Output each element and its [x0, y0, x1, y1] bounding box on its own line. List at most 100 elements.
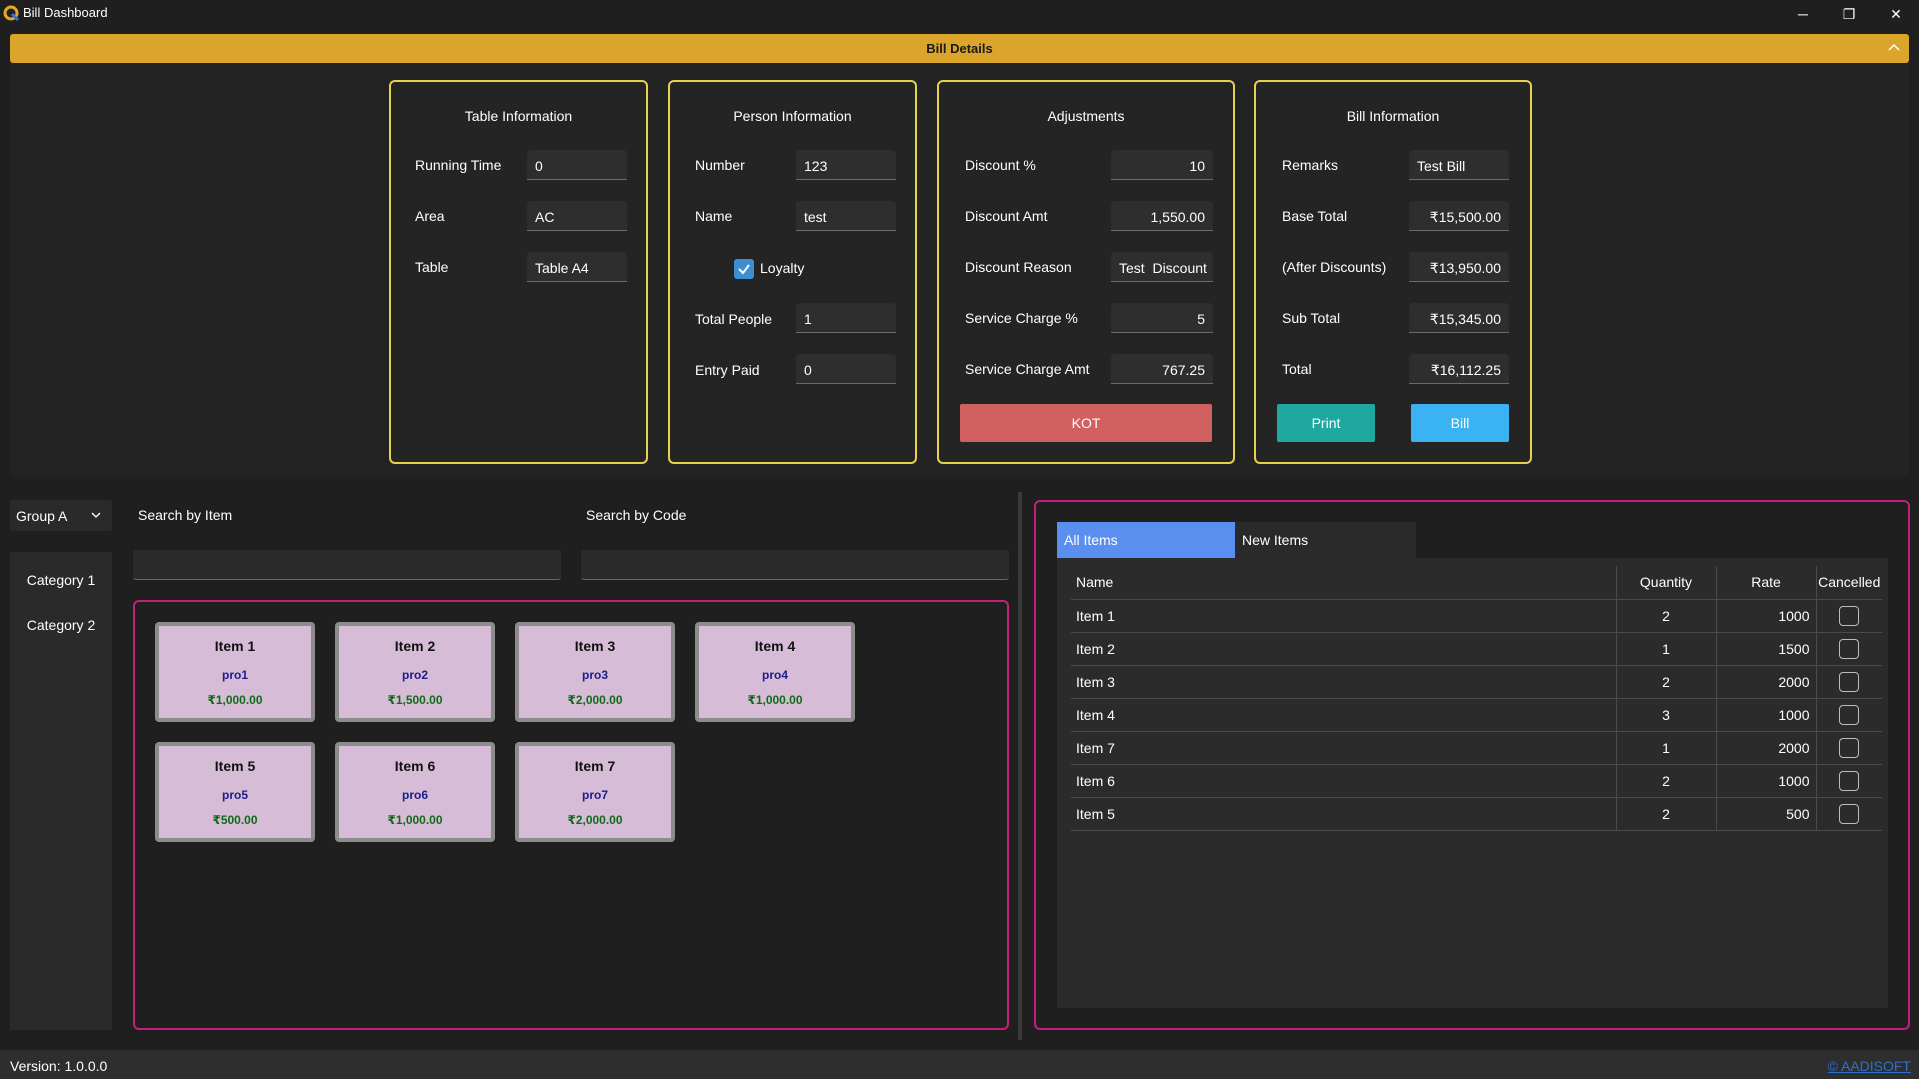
- item-card[interactable]: Item 7 pro7 ₹2,000.00: [515, 742, 675, 842]
- print-button[interactable]: Print: [1277, 404, 1375, 442]
- area-field[interactable]: AC: [527, 201, 627, 231]
- search-by-code-input[interactable]: [581, 550, 1009, 580]
- table-row[interactable]: Item 3 2 2000: [1071, 665, 1882, 699]
- order-items-table: Name Quantity Rate Cancelled Item 1 2 10…: [1071, 566, 1882, 831]
- cell-rate: 500: [1716, 797, 1817, 831]
- cell-cancelled: [1816, 665, 1882, 699]
- sub-total-label: Sub Total: [1282, 310, 1341, 326]
- discount-amt-label: Discount Amt: [965, 208, 1048, 224]
- cell-cancelled: [1816, 599, 1882, 633]
- discount-pct-field[interactable]: 10: [1111, 150, 1213, 180]
- chevron-up-icon[interactable]: [1885, 39, 1903, 57]
- category-item-2[interactable]: Category 2: [10, 617, 112, 633]
- sub-total-field[interactable]: ₹15,345.00: [1409, 303, 1509, 333]
- column-header-rate[interactable]: Rate: [1716, 566, 1817, 600]
- service-charge-amt-label: Service Charge Amt: [965, 361, 1090, 377]
- total-field[interactable]: ₹16,112.25: [1409, 354, 1509, 384]
- cancelled-checkbox[interactable]: [1839, 737, 1860, 758]
- remarks-field[interactable]: Test Bill: [1409, 150, 1509, 180]
- item-card[interactable]: Item 1 pro1 ₹1,000.00: [155, 622, 315, 722]
- cell-quantity: 2: [1616, 764, 1717, 798]
- table-field[interactable]: Table A4: [527, 252, 627, 282]
- running-time-label: Running Time: [415, 157, 502, 173]
- cancelled-checkbox[interactable]: [1839, 638, 1860, 659]
- restore-button[interactable]: ❐: [1826, 0, 1872, 28]
- panel-splitter[interactable]: [1018, 492, 1022, 1040]
- discount-reason-label: Discount Reason: [965, 259, 1072, 275]
- cancelled-checkbox[interactable]: [1839, 803, 1860, 824]
- bill-information-panel: Bill Information Remarks Test Bill Base …: [1254, 80, 1532, 464]
- tab-all-items[interactable]: All Items: [1057, 522, 1235, 558]
- item-code: pro2: [401, 668, 428, 682]
- item-price: ₹500.00: [212, 813, 258, 827]
- name-field[interactable]: test: [796, 201, 896, 231]
- minimize-button[interactable]: ─: [1780, 0, 1826, 28]
- base-total-field[interactable]: ₹15,500.00: [1409, 201, 1509, 231]
- search-by-item-input[interactable]: [133, 550, 561, 580]
- service-charge-amt-field[interactable]: 767.25: [1111, 354, 1213, 384]
- item-card[interactable]: Item 3 pro3 ₹2,000.00: [515, 622, 675, 722]
- entry-paid-label: Entry Paid: [695, 362, 760, 378]
- item-card[interactable]: Item 6 pro6 ₹1,000.00: [335, 742, 495, 842]
- cancelled-checkbox[interactable]: [1839, 605, 1860, 626]
- table-row[interactable]: Item 7 1 2000: [1071, 731, 1882, 765]
- item-price: ₹2,000.00: [567, 813, 623, 827]
- cancelled-checkbox[interactable]: [1839, 770, 1860, 791]
- column-header-cancelled[interactable]: Cancelled: [1816, 566, 1882, 600]
- column-header-quantity[interactable]: Quantity: [1616, 566, 1717, 600]
- cancelled-checkbox[interactable]: [1839, 704, 1860, 725]
- service-charge-pct-label: Service Charge %: [965, 310, 1078, 326]
- kot-button[interactable]: KOT: [960, 404, 1212, 442]
- running-time-field[interactable]: 0: [527, 150, 627, 180]
- discount-reason-field[interactable]: Test Discount: [1111, 252, 1213, 282]
- window-titlebar: Bill Dashboard ─ ❐ ✕: [0, 0, 1919, 28]
- item-price: ₹2,000.00: [567, 693, 623, 707]
- bill-information-title: Bill Information: [1346, 108, 1440, 124]
- after-discounts-label: (After Discounts): [1282, 259, 1387, 275]
- group-select[interactable]: Group A: [10, 500, 112, 531]
- item-price: ₹1,000.00: [207, 693, 263, 707]
- item-card[interactable]: Item 2 pro2 ₹1,500.00: [335, 622, 495, 722]
- entry-paid-field[interactable]: 0: [796, 354, 896, 384]
- cell-name: Item 1: [1071, 599, 1617, 633]
- number-field[interactable]: 123: [796, 150, 896, 180]
- loyalty-checkbox[interactable]: [734, 259, 754, 279]
- items-tab-bar: All Items New Items: [1057, 522, 1416, 558]
- person-information-title: Person Information: [733, 108, 852, 124]
- table-row[interactable]: Item 4 3 1000: [1071, 698, 1882, 732]
- item-code: pro5: [221, 788, 248, 802]
- table-row[interactable]: Item 5 2 500: [1071, 797, 1882, 831]
- cell-quantity: 3: [1616, 698, 1717, 732]
- service-charge-pct-field[interactable]: 5: [1111, 303, 1213, 333]
- cell-rate: 1500: [1716, 632, 1817, 666]
- app-logo-icon: [3, 5, 19, 21]
- table-information-title: Table Information: [464, 108, 573, 124]
- bill-button[interactable]: Bill: [1411, 404, 1509, 442]
- category-item-1[interactable]: Category 1: [10, 572, 112, 588]
- version-label: Version: 1.0.0.0: [10, 1058, 108, 1074]
- close-button[interactable]: ✕: [1873, 0, 1919, 28]
- cell-quantity: 2: [1616, 797, 1717, 831]
- after-discounts-field[interactable]: ₹13,950.00: [1409, 252, 1509, 282]
- discount-amt-field[interactable]: 1,550.00: [1111, 201, 1213, 231]
- table-row[interactable]: Item 2 1 1500: [1071, 632, 1882, 666]
- cell-cancelled: [1816, 764, 1882, 798]
- total-people-field[interactable]: 1: [796, 303, 896, 333]
- item-name: Item 6: [394, 758, 436, 774]
- cell-rate: 1000: [1716, 599, 1817, 633]
- cell-cancelled: [1816, 698, 1882, 732]
- cancelled-checkbox[interactable]: [1839, 671, 1860, 692]
- table-row[interactable]: Item 6 2 1000: [1071, 764, 1882, 798]
- tab-new-items[interactable]: New Items: [1235, 522, 1416, 558]
- table-label: Table: [415, 259, 449, 275]
- table-row[interactable]: Item 1 2 1000: [1071, 599, 1882, 633]
- bill-details-header[interactable]: Bill Details: [10, 34, 1909, 63]
- item-card[interactable]: Item 5 pro5 ₹500.00: [155, 742, 315, 842]
- column-header-name[interactable]: Name: [1071, 566, 1617, 600]
- name-label: Name: [695, 208, 733, 224]
- table-header-row: Name Quantity Rate Cancelled: [1071, 566, 1882, 600]
- item-card[interactable]: Item 4 pro4 ₹1,000.00: [695, 622, 855, 722]
- cell-quantity: 2: [1616, 665, 1717, 699]
- copyright-link[interactable]: © AADISOFT: [1828, 1058, 1911, 1074]
- total-label: Total: [1282, 361, 1312, 377]
